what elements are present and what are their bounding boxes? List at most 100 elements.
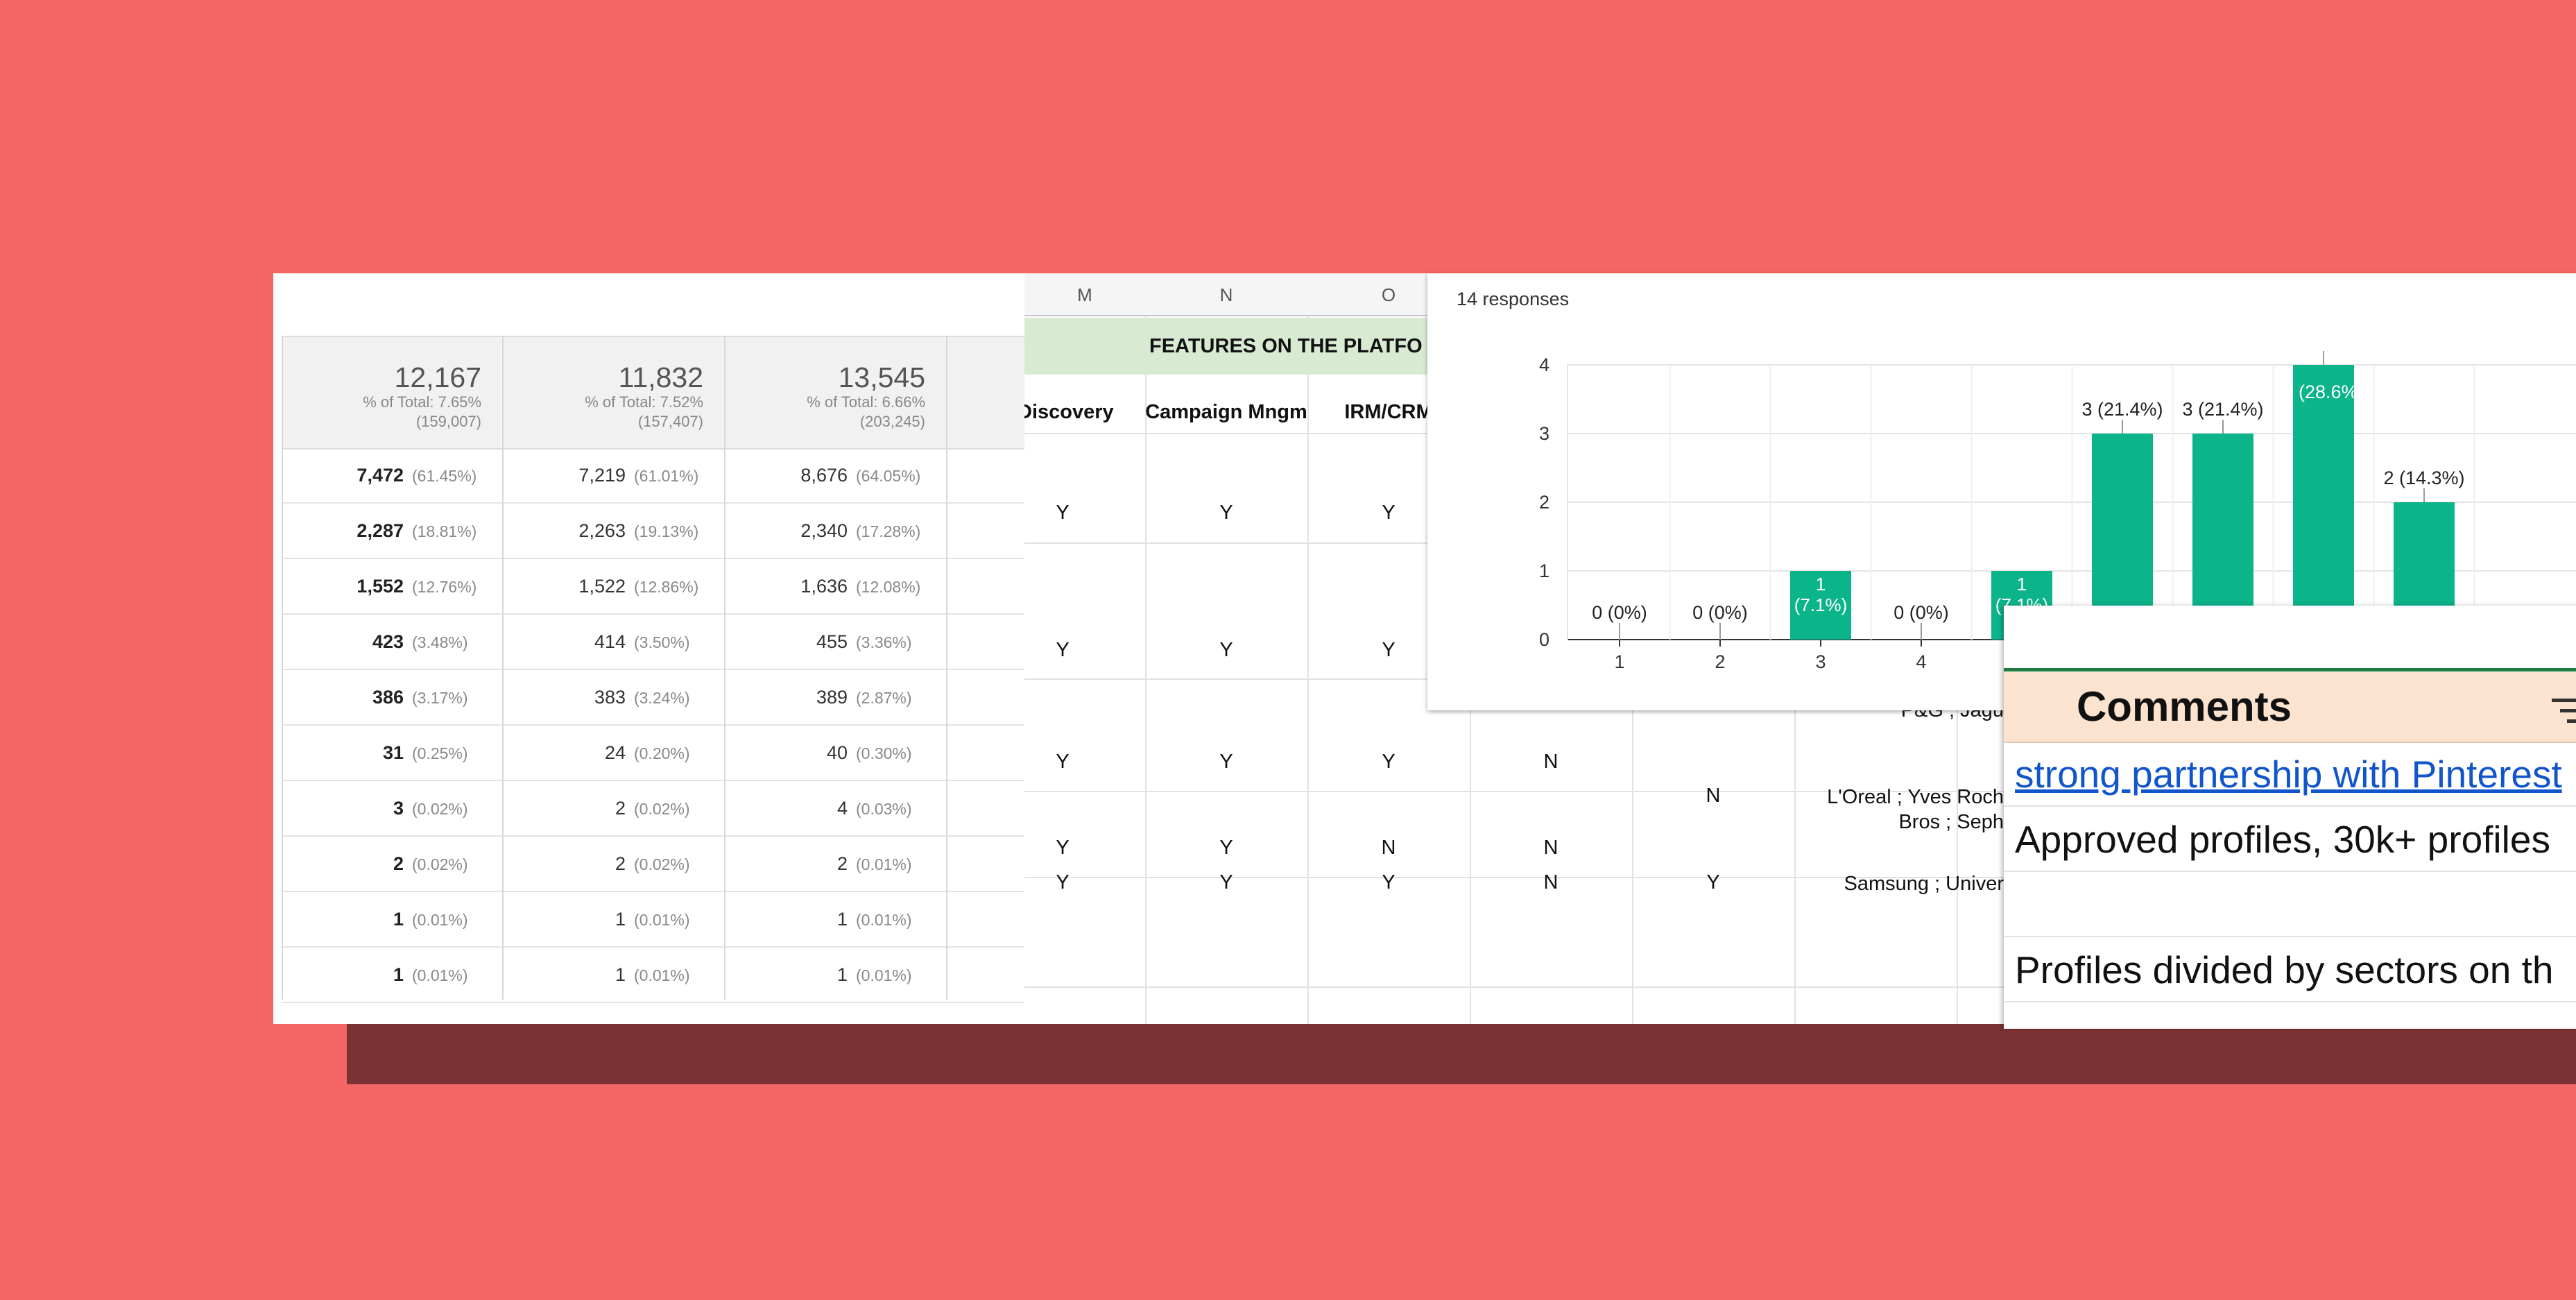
analytics-table-row: 7,472 (61.45%) 7,219 (61.01%) 8,676 (64.05%) bbox=[282, 448, 1024, 504]
sheet-cell[interactable]: N bbox=[1307, 837, 1470, 859]
bar-data-label: 0 (0%) bbox=[1692, 602, 1748, 623]
analytics-cell: 3 (0.02%) bbox=[282, 781, 497, 835]
analytics-cell: 423 (3.48%) bbox=[282, 615, 497, 669]
analytics-table-row: 2,287 (18.81%) 2,263 (19.13%) 2,340 (17.28%) bbox=[282, 504, 1024, 559]
analytics-value: 8,676 bbox=[800, 465, 848, 486]
analytics-cell: 1 (0.01%) bbox=[282, 892, 497, 946]
sheet-cell[interactable]: Y bbox=[1024, 502, 1144, 524]
analytics-table-row: 423 (3.48%) 414 (3.50%) 455 (3.36%) bbox=[282, 615, 1024, 670]
analytics-table-row: 2 (0.02%) 2 (0.02%) 2 (0.01%) bbox=[282, 837, 1024, 892]
analytics-percent: (12.86%) bbox=[634, 578, 699, 596]
analytics-percent: (12.76%) bbox=[412, 578, 477, 596]
analytics-cell: 1 (0.01%) bbox=[282, 948, 497, 1002]
analytics-cell: 8,676 (64.05%) bbox=[725, 448, 941, 502]
sheet-cell[interactable]: Y bbox=[1632, 871, 1794, 894]
analytics-percent: (0.01%) bbox=[412, 911, 468, 929]
comment-row: Profiles divided by sectors on th bbox=[2004, 937, 2576, 1002]
x-tick-label: 4 bbox=[1916, 651, 1926, 672]
sheet-sub-header: Campaign Mngm bbox=[1145, 401, 1307, 423]
analytics-value: 1 bbox=[615, 964, 626, 985]
sheet-brand-cell[interactable]: L'Oreal ; Yves Roch Bros ; Seph bbox=[1827, 785, 2004, 835]
analytics-total-value: 11,832 bbox=[618, 361, 703, 393]
sheet-cell[interactable]: Y bbox=[1145, 871, 1307, 894]
analytics-percent: (17.28%) bbox=[856, 522, 921, 540]
comment-text: Approved profiles, 30k+ profiles bbox=[2015, 818, 2550, 861]
sheet-cell[interactable]: N bbox=[1470, 837, 1632, 859]
sheet-cell[interactable]: N bbox=[1470, 871, 1632, 894]
analytics-table-panel: 12,167% of Total: 7.65% (159,007) 11,832% … bbox=[273, 273, 1024, 1024]
analytics-percent: (61.45%) bbox=[412, 467, 477, 485]
sheet-cell[interactable]: Y bbox=[1024, 751, 1144, 773]
analytics-cell: 2 (0.02%) bbox=[282, 837, 497, 891]
analytics-percent: (0.20%) bbox=[634, 744, 690, 762]
analytics-percent: (3.36%) bbox=[856, 633, 912, 651]
bar-8 bbox=[2293, 365, 2354, 640]
analytics-cell: 24 (0.20%) bbox=[504, 726, 719, 780]
analytics-value: 1,636 bbox=[800, 576, 848, 597]
analytics-cell: 7,219 (61.01%) bbox=[504, 448, 719, 502]
analytics-value: 455 bbox=[816, 631, 848, 652]
analytics-column-divider bbox=[282, 336, 283, 1000]
analytics-percent: (3.24%) bbox=[634, 689, 690, 707]
analytics-percent: (0.02%) bbox=[412, 800, 468, 818]
analytics-cell: 383 (3.24%) bbox=[504, 670, 719, 724]
analytics-value: 1,522 bbox=[578, 576, 626, 597]
analytics-total-base: (203,245) bbox=[859, 413, 925, 430]
analytics-value: 31 bbox=[382, 742, 404, 763]
analytics-cell: 1 (0.01%) bbox=[725, 892, 941, 946]
sheet-cell[interactable]: Y bbox=[1307, 751, 1470, 773]
comment-link[interactable]: strong partnership with Pinterest bbox=[2015, 753, 2562, 796]
analytics-table-row: 1,552 (12.76%) 1,522 (12.86%) 1,636 (12.08%) bbox=[282, 559, 1024, 615]
analytics-percent: (0.02%) bbox=[412, 855, 468, 873]
analytics-value: 2 bbox=[836, 853, 848, 874]
filter-icon[interactable] bbox=[2552, 699, 2576, 726]
sheet-cell[interactable]: Y bbox=[1145, 639, 1307, 662]
analytics-percent: (0.01%) bbox=[856, 855, 912, 873]
comment-text: Profiles divided by sectors on th bbox=[2015, 948, 2554, 991]
analytics-percent: (61.01%) bbox=[634, 467, 699, 485]
column-header-m[interactable]: M bbox=[1024, 273, 1145, 316]
analytics-cell: 1 (0.01%) bbox=[504, 892, 719, 946]
bar-data-label: 3 (21.4%) bbox=[2182, 399, 2263, 420]
sheet-cell[interactable]: Y bbox=[1145, 502, 1307, 524]
y-tick-label: 0 bbox=[1539, 629, 1549, 650]
analytics-table-row: 1 (0.01%) 1 (0.01%) 1 (0.01%) bbox=[282, 948, 1024, 1003]
column-header-n[interactable]: N bbox=[1145, 273, 1307, 316]
analytics-percent: (0.02%) bbox=[634, 800, 690, 818]
sheet-cell[interactable]: Y bbox=[1307, 871, 1470, 894]
analytics-total-percent: % of Total: 7.65% bbox=[363, 393, 481, 411]
analytics-table-row: 31 (0.25%) 24 (0.20%) 40 (0.30%) bbox=[282, 726, 1024, 781]
sheet-brand-cell[interactable]: Samsung ; Univer bbox=[1844, 871, 2004, 896]
analytics-cell: 2,287 (18.81%) bbox=[282, 504, 497, 558]
sheet-cell[interactable]: N bbox=[1632, 785, 1794, 807]
bar-data-label: 2 (14.3%) bbox=[2383, 468, 2464, 488]
sheet-cell[interactable]: Y bbox=[1024, 871, 1144, 894]
sheet-cell[interactable]: Y bbox=[1145, 837, 1307, 859]
analytics-total-value: 13,545 bbox=[838, 361, 925, 393]
x-tick-label: 2 bbox=[1715, 651, 1725, 672]
analytics-cell: 2 (0.02%) bbox=[504, 837, 719, 891]
analytics-percent: (18.81%) bbox=[412, 522, 477, 540]
comment-row bbox=[2004, 872, 2576, 937]
analytics-cell: 389 (2.87%) bbox=[725, 670, 941, 724]
analytics-value: 1 bbox=[393, 964, 404, 985]
sheet-cell[interactable]: Y bbox=[1145, 751, 1307, 773]
comments-header: Comments bbox=[2004, 672, 2576, 743]
x-tick-label: 3 bbox=[1815, 651, 1826, 672]
analytics-table-row: 1 (0.01%) 1 (0.01%) 1 (0.01%) bbox=[282, 892, 1024, 948]
bar-data-label: 0 (0%) bbox=[1592, 602, 1647, 623]
comments-header-label: Comments bbox=[2076, 683, 2292, 730]
analytics-table-row: 3 (0.02%) 2 (0.02%) 4 (0.03%) bbox=[282, 781, 1024, 837]
analytics-value: 3 bbox=[393, 798, 404, 819]
analytics-percent: (64.05%) bbox=[856, 467, 921, 485]
sheet-cell[interactable]: Y bbox=[1024, 837, 1144, 859]
analytics-cell: 2,340 (17.28%) bbox=[725, 504, 941, 558]
comment-row: strong partnership with Pinterest bbox=[2004, 742, 2576, 807]
analytics-value: 414 bbox=[594, 631, 626, 652]
sheet-cell[interactable]: Y bbox=[1024, 639, 1144, 662]
analytics-cell: 2 (0.02%) bbox=[504, 781, 719, 835]
analytics-total-percent: % of Total: 7.52% bbox=[585, 393, 703, 411]
analytics-cell: 31 (0.25%) bbox=[282, 726, 497, 780]
sheet-cell[interactable]: N bbox=[1470, 751, 1632, 773]
analytics-cell: 4 (0.03%) bbox=[725, 781, 941, 835]
